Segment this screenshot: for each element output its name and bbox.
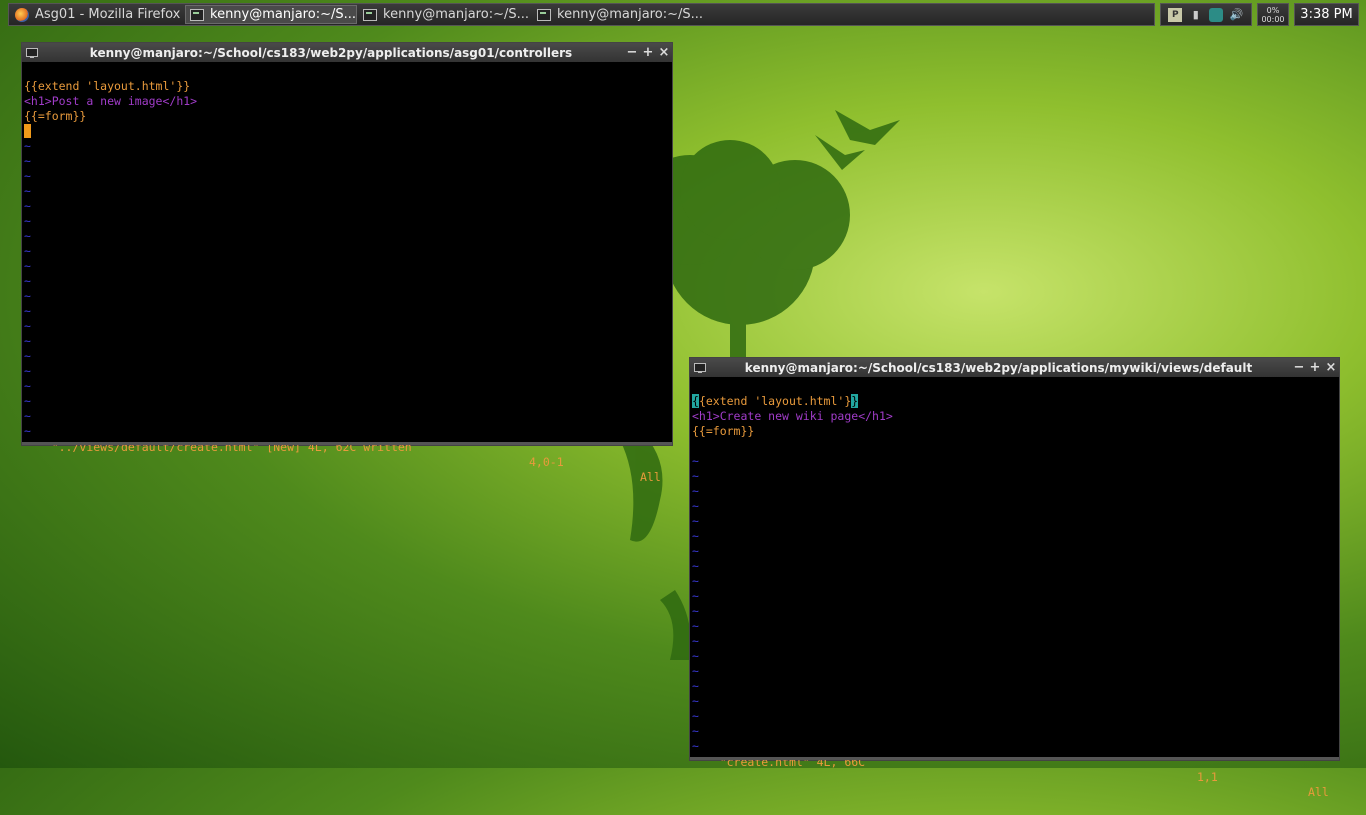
terminal-window-mywiki[interactable]: kenny@manjaro:~/School/cs183/web2py/appl… (689, 357, 1340, 799)
scroll-position: All (1308, 785, 1329, 799)
system-tray: P ▮ 🔊 (1160, 3, 1252, 26)
terminal-icon (190, 8, 204, 21)
cursor-position: 1,1 (1197, 770, 1218, 784)
code-line-text: Post a new image (51, 94, 163, 108)
clock-time: 3:38 PM (1300, 7, 1353, 22)
vim-status-line: "create.html" 4L, 66C 1,1 All (692, 740, 1337, 815)
window-titlebar[interactable]: kenny@manjaro:~/School/cs183/web2py/appl… (22, 43, 672, 62)
task-label: Asg01 - Mozilla Firefox (35, 7, 181, 22)
cpu-monitor[interactable]: 0% 00:00 (1257, 3, 1289, 26)
network-icon[interactable] (1209, 7, 1224, 22)
minimize-button[interactable]: − (1291, 360, 1307, 375)
battery-icon[interactable]: P (1168, 7, 1183, 22)
cpu-percent: 0% (1266, 6, 1280, 15)
volume-icon[interactable]: 🔊 (1230, 8, 1244, 22)
minimize-button[interactable]: − (624, 45, 640, 60)
tilde-lines: ~ ~ ~ ~ ~ ~ ~ ~ ~ ~ ~ ~ ~ ~ ~ ~ ~ ~ ~ ~ (692, 454, 699, 753)
text-cursor: { (692, 394, 699, 408)
cursor-position: 4,0-1 (529, 455, 564, 469)
cpu-time: 00:00 (1261, 15, 1285, 24)
window-titlebar[interactable]: kenny@manjaro:~/School/cs183/web2py/appl… (690, 358, 1339, 377)
scroll-position: All (640, 470, 661, 484)
terminal-window-asg01[interactable]: kenny@manjaro:~/School/cs183/web2py/appl… (21, 42, 673, 484)
code-line: {{=form}} (692, 424, 755, 438)
terminal-content[interactable]: {{extend 'layout.html'}} <h1>Post a new … (22, 62, 672, 454)
task-label: kenny@manjaro:~/S... (557, 7, 703, 22)
scrollbar[interactable] (690, 757, 1339, 760)
firefox-icon (15, 7, 29, 22)
scrollbar[interactable] (22, 442, 672, 445)
task-firefox[interactable]: Asg01 - Mozilla Firefox (11, 5, 183, 24)
matching-brace-highlight: } (851, 394, 859, 408)
code-line-tag-close: </h1> (162, 94, 198, 108)
window-title: kenny@manjaro:~/School/cs183/web2py/appl… (744, 360, 1253, 375)
code-line: {{=form}} (24, 109, 87, 123)
close-button[interactable]: × (1323, 360, 1339, 375)
code-line-tag-close: </h1> (858, 409, 893, 423)
maximize-button[interactable]: + (640, 45, 656, 60)
task-label: kenny@manjaro:~/S... (383, 7, 529, 22)
signal-icon[interactable]: ▮ (1189, 8, 1203, 22)
vim-status-line: "../views/default/create.html" [New] 4L,… (24, 425, 670, 500)
terminal-content[interactable]: {{extend 'layout.html'}} <h1>Create new … (690, 377, 1339, 769)
close-button[interactable]: × (656, 45, 672, 60)
taskbar: Asg01 - Mozilla Firefox kenny@manjaro:~/… (8, 3, 1155, 26)
code-line-tag-open: <h1> (692, 409, 720, 423)
task-terminal-2[interactable]: kenny@manjaro:~/S... (359, 5, 531, 24)
task-label: kenny@manjaro:~/S... (210, 7, 356, 22)
clock[interactable]: 3:38 PM (1294, 3, 1359, 26)
text-cursor (24, 124, 31, 138)
maximize-button[interactable]: + (1307, 360, 1323, 375)
code-line-tag-open: <h1> (24, 94, 52, 108)
code-line: {extend 'layout.html'} (698, 394, 852, 408)
task-terminal-3[interactable]: kenny@manjaro:~/S... (533, 5, 705, 24)
window-title: kenny@manjaro:~/School/cs183/web2py/appl… (89, 45, 573, 60)
tilde-lines: ~ ~ ~ ~ ~ ~ ~ ~ ~ ~ ~ ~ ~ ~ ~ ~ ~ ~ ~ ~ (24, 139, 31, 438)
terminal-icon (537, 8, 551, 21)
terminal-icon (26, 47, 38, 58)
code-line-text: Create new wiki page (719, 409, 859, 423)
terminal-icon (363, 8, 377, 21)
task-terminal-1[interactable]: kenny@manjaro:~/S... (185, 5, 357, 24)
code-line: {{extend 'layout.html'}} (24, 79, 191, 93)
terminal-icon (694, 362, 706, 373)
